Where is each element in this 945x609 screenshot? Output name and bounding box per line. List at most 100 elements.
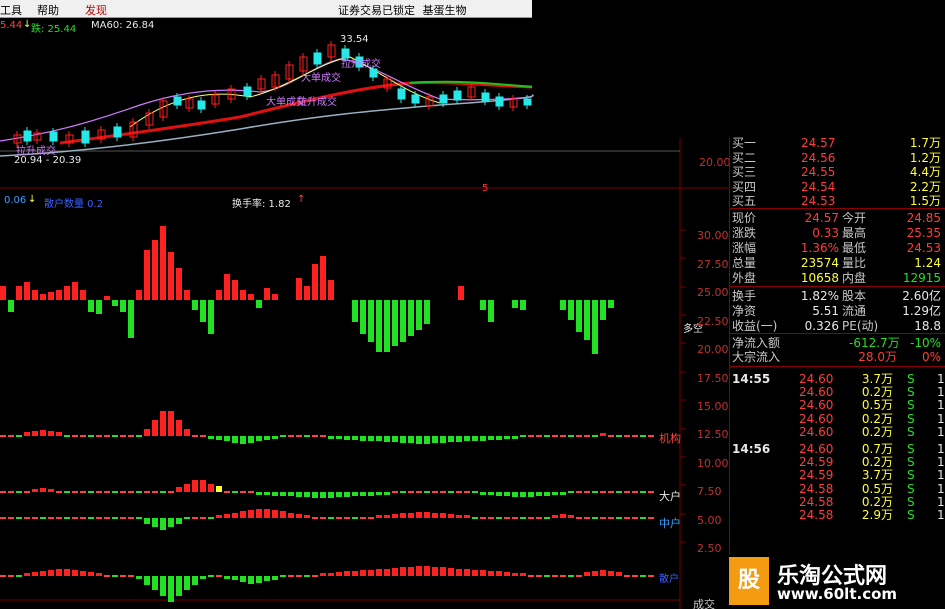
- flow-bar: [472, 517, 478, 519]
- flow-label: 大宗流入: [732, 350, 781, 364]
- flow-bar: [176, 420, 182, 436]
- candle-body: [243, 86, 252, 97]
- candle-body: [453, 90, 462, 101]
- flow-bar: [384, 515, 390, 518]
- row-label-medium: 中户: [659, 517, 681, 530]
- indicator-bar: [424, 300, 430, 324]
- candle-body: [113, 126, 122, 138]
- flow-bar: [640, 435, 646, 437]
- flow-bar: [120, 575, 126, 577]
- flow-bar: [416, 566, 422, 576]
- flow-bar: [216, 436, 222, 440]
- flow-bar: [328, 492, 334, 498]
- flow-bar: [432, 491, 438, 493]
- candle-body: [523, 98, 532, 106]
- menu-tools[interactable]: 工具: [0, 2, 22, 18]
- flow-bar: [88, 572, 94, 576]
- tick-price: 24.60: [799, 385, 834, 400]
- flow-bar: [336, 436, 342, 439]
- flow-bar: [296, 575, 302, 577]
- flow-bar: [8, 491, 14, 493]
- flow-bar: [528, 575, 534, 577]
- indicator-bar: [576, 300, 582, 332]
- flow-bar: [416, 491, 422, 493]
- flow-bar: [544, 492, 550, 496]
- indicator-bar: [328, 280, 334, 300]
- flow-bar: [272, 510, 278, 518]
- flow-bar: [432, 436, 438, 443]
- flow-bar: [248, 510, 254, 518]
- flow-bar: [432, 513, 438, 518]
- flow-bar: [32, 517, 38, 519]
- flow-bar: [32, 431, 38, 436]
- flow-bar: [136, 491, 142, 493]
- flow-bar: [648, 491, 654, 493]
- flow-bar: [136, 576, 142, 579]
- flow-bar: [56, 517, 62, 519]
- menu-discover[interactable]: 发现: [85, 2, 107, 18]
- tick-price: 24.60: [799, 411, 834, 426]
- bid-volume: 4.4万: [909, 165, 941, 179]
- flow-bar: [352, 436, 358, 440]
- flow-bar: [616, 517, 622, 519]
- indicator-bar: [248, 294, 254, 300]
- flow-bar: [472, 491, 478, 493]
- flow-bar: [152, 491, 158, 493]
- flow-bar: [608, 435, 614, 437]
- flow-bar: [96, 435, 102, 437]
- indicator-legend-arrow: ↓: [28, 194, 37, 205]
- axis-tick: 30.00: [697, 229, 729, 242]
- flow-bar: [128, 517, 134, 519]
- flow-bar: [240, 576, 246, 582]
- flow-bar: [368, 436, 374, 441]
- flow-bar: [64, 435, 70, 437]
- chart-area[interactable]: [0, 17, 729, 609]
- flow-bar: [632, 517, 638, 519]
- axis-tick: 7.50: [697, 485, 722, 498]
- flow-bar: [584, 572, 590, 576]
- kline-annotation: 拉升成交: [16, 146, 56, 157]
- stat-label: 外盘: [732, 271, 757, 285]
- tick-count: 1: [937, 385, 945, 400]
- flow-bar: [616, 491, 622, 493]
- tick-count: 1: [937, 442, 945, 456]
- flow-bar: [320, 492, 326, 498]
- flow-bar: [0, 435, 6, 437]
- flow-bar: [448, 514, 454, 518]
- tick-side: S: [907, 385, 915, 400]
- flow-bar: [312, 492, 318, 498]
- flow-bar: [608, 571, 614, 576]
- tick-count: 1: [937, 481, 945, 496]
- indicator-bar: [40, 294, 46, 300]
- bid-label: 买三: [732, 165, 757, 179]
- stat-label: 量比: [842, 256, 867, 270]
- flow-bar: [408, 567, 414, 576]
- flow-bar: [400, 567, 406, 576]
- axis-tick: 5.00: [697, 514, 722, 527]
- flow-bar: [592, 491, 598, 493]
- menu-help[interactable]: 帮助: [37, 2, 59, 18]
- flow-bar: [208, 484, 214, 492]
- tick-price: 24.58: [799, 508, 834, 522]
- flow-bar: [104, 517, 110, 519]
- flow-bar: [72, 570, 78, 576]
- turnover-label: 换手率: 1.82: [232, 199, 291, 210]
- flow-bar: [128, 491, 134, 493]
- indicator-bar: [72, 282, 78, 300]
- flow-bar: [104, 575, 110, 577]
- stat-label: 现价: [732, 211, 757, 225]
- flow-bar: [64, 517, 70, 519]
- flow-bar: [120, 435, 126, 437]
- flow-bar: [528, 492, 534, 497]
- flow-bar: [544, 435, 550, 437]
- indicator-bar: [0, 286, 6, 300]
- flow-bar: [648, 517, 654, 519]
- flow-bar: [480, 517, 486, 519]
- stat-label: 涨跌: [732, 226, 757, 240]
- indicator-bar: [376, 300, 382, 352]
- flow-bar: [304, 492, 310, 497]
- indicator-bar: [400, 300, 406, 342]
- flow-bar: [160, 491, 166, 493]
- flow-bar: [496, 571, 502, 576]
- flow-bar: [648, 435, 654, 437]
